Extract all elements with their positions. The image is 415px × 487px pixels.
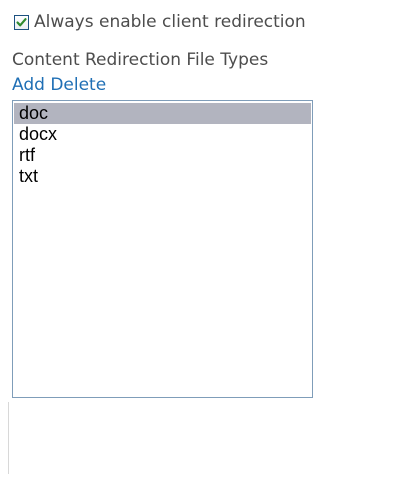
list-item[interactable]: txt — [14, 166, 311, 187]
list-item[interactable]: docx — [14, 124, 311, 145]
always-enable-redirection-option: Always enable client redirection — [14, 10, 306, 34]
file-types-actions: Add Delete — [12, 75, 106, 95]
delete-link[interactable]: Delete — [50, 75, 106, 95]
add-link[interactable]: Add — [12, 75, 45, 95]
always-enable-redirection-label[interactable]: Always enable client redirection — [34, 12, 306, 32]
list-item[interactable]: rtf — [14, 145, 311, 166]
checkmark-icon — [16, 17, 27, 26]
file-types-label: Content Redirection File Types — [12, 50, 269, 70]
always-enable-redirection-checkbox[interactable] — [14, 14, 29, 30]
divider — [8, 402, 9, 474]
file-types-listbox[interactable]: doc docx rtf txt — [12, 100, 313, 398]
list-item[interactable]: doc — [14, 103, 311, 124]
